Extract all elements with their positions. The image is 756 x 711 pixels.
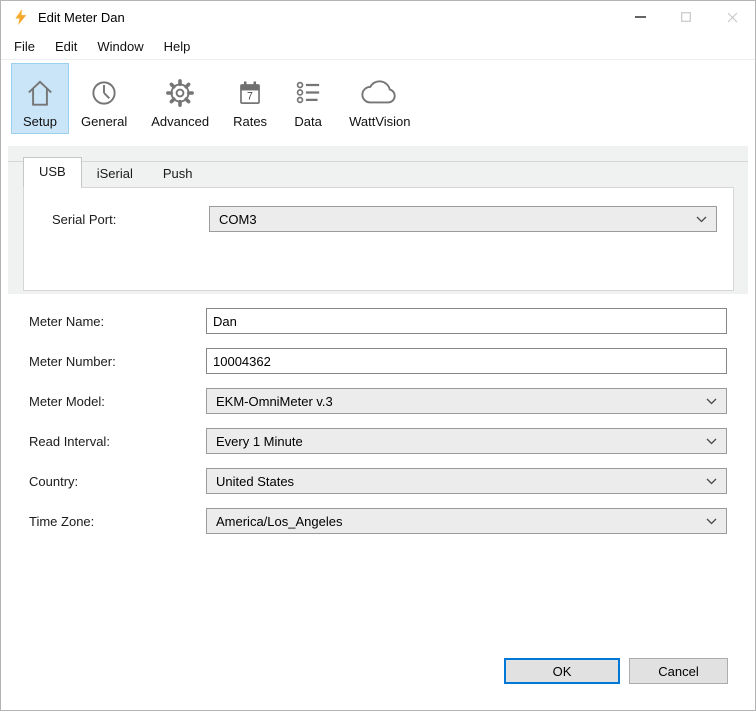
toolbar-general-label: General: [81, 114, 127, 129]
time-zone-row: Time Zone: America/Los_Angeles: [1, 508, 755, 534]
toolbar-setup-label: Setup: [23, 114, 57, 129]
meter-name-label: Meter Name:: [29, 314, 206, 329]
toolbar-setup-button[interactable]: Setup: [11, 63, 69, 134]
svg-text:7: 7: [247, 90, 253, 102]
meter-number-label: Meter Number:: [29, 354, 206, 369]
chevron-down-icon: [706, 438, 717, 445]
toolbar-wattvision-button[interactable]: WattVision: [337, 63, 422, 134]
chevron-down-icon: [696, 216, 707, 223]
home-icon: [23, 74, 57, 112]
clock-icon: [87, 74, 121, 112]
toolbar-rates-button[interactable]: 7 Rates: [221, 63, 279, 134]
ok-button[interactable]: OK: [504, 658, 620, 684]
connection-tabstrip: USB iSerial Push: [23, 157, 734, 187]
tab-usb[interactable]: USB: [23, 157, 82, 187]
serial-port-value: COM3: [219, 212, 690, 227]
meter-number-row: Meter Number:: [1, 348, 755, 374]
tab-push[interactable]: Push: [148, 161, 208, 187]
read-interval-label: Read Interval:: [29, 434, 206, 449]
menu-file[interactable]: File: [4, 33, 45, 59]
cloud-icon: [358, 74, 402, 112]
minimize-button[interactable]: [617, 1, 663, 33]
meter-model-row: Meter Model: EKM-OmniMeter v.3: [1, 388, 755, 414]
time-zone-label: Time Zone:: [29, 514, 206, 529]
meter-model-label: Meter Model:: [29, 394, 206, 409]
chevron-down-icon: [706, 518, 717, 525]
calendar-icon: 7: [233, 74, 267, 112]
toolbar: Setup General: [1, 60, 755, 137]
meter-name-row: Meter Name:: [1, 308, 755, 334]
toolbar-rates-label: Rates: [233, 114, 267, 129]
toolbar-general-button[interactable]: General: [69, 63, 139, 134]
meter-model-select[interactable]: EKM-OmniMeter v.3: [206, 388, 727, 414]
serial-port-label: Serial Port:: [52, 212, 209, 227]
read-interval-select[interactable]: Every 1 Minute: [206, 428, 727, 454]
close-button[interactable]: [709, 1, 755, 33]
tab-usb-label: USB: [39, 164, 66, 179]
read-interval-row: Read Interval: Every 1 Minute: [1, 428, 755, 454]
chevron-down-icon: [706, 478, 717, 485]
serial-port-select[interactable]: COM3: [209, 206, 717, 232]
menu-edit[interactable]: Edit: [45, 33, 87, 59]
menu-window[interactable]: Window: [87, 33, 153, 59]
time-zone-value: America/Los_Angeles: [216, 514, 700, 529]
tab-iserial-label: iSerial: [97, 166, 133, 181]
title-bar: Edit Meter Dan: [1, 1, 755, 33]
toolbar-wattvision-label: WattVision: [349, 114, 410, 129]
footer: OK Cancel: [1, 658, 755, 710]
usb-tab-panel: Serial Port: COM3: [23, 187, 734, 291]
country-value: United States: [216, 474, 700, 489]
tab-iserial[interactable]: iSerial: [82, 161, 148, 187]
maximize-button: [663, 1, 709, 33]
connection-tab-section: USB iSerial Push Serial Port: COM3: [8, 146, 748, 294]
country-label: Country:: [29, 474, 206, 489]
meter-form: Meter Name: Meter Number: Meter Model: E…: [1, 308, 755, 548]
window-title: Edit Meter Dan: [38, 10, 125, 25]
meter-model-value: EKM-OmniMeter v.3: [216, 394, 700, 409]
meter-number-input[interactable]: [206, 348, 727, 374]
toolbar-data-button[interactable]: Data: [279, 63, 337, 134]
list-icon: [291, 74, 325, 112]
gear-icon: [163, 74, 197, 112]
toolbar-advanced-button[interactable]: Advanced: [139, 63, 221, 134]
lightning-bolt-icon: [14, 8, 29, 26]
country-select[interactable]: United States: [206, 468, 727, 494]
read-interval-value: Every 1 Minute: [216, 434, 700, 449]
menu-bar: File Edit Window Help: [1, 33, 755, 60]
meter-name-input[interactable]: [206, 308, 727, 334]
toolbar-advanced-label: Advanced: [151, 114, 209, 129]
edit-meter-window: Edit Meter Dan File Edit Window Help: [0, 0, 756, 711]
tab-push-label: Push: [163, 166, 193, 181]
window-controls: [617, 1, 755, 33]
menu-help[interactable]: Help: [154, 33, 201, 59]
country-row: Country: United States: [1, 468, 755, 494]
time-zone-select[interactable]: America/Los_Angeles: [206, 508, 727, 534]
chevron-down-icon: [706, 398, 717, 405]
cancel-button[interactable]: Cancel: [629, 658, 728, 684]
toolbar-data-label: Data: [294, 114, 321, 129]
